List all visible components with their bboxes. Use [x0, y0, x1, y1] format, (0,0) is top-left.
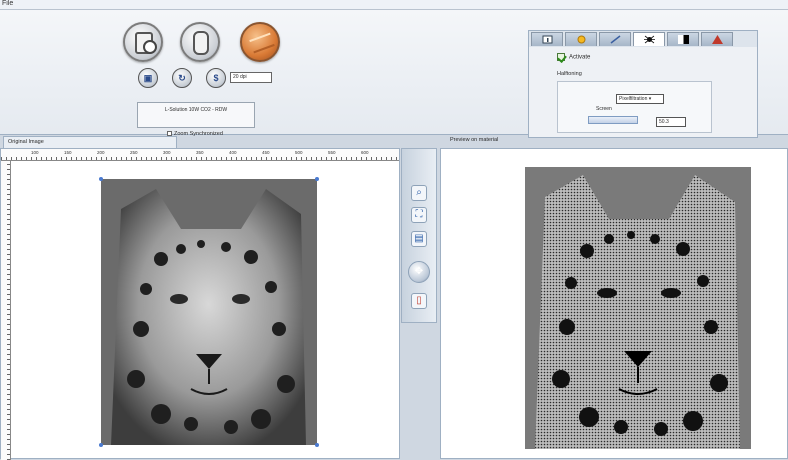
- ruler-tick-label: 550: [328, 150, 336, 155]
- tab-halftone[interactable]: [633, 32, 665, 46]
- ruler-tick-label: 150: [64, 150, 72, 155]
- clipboard-button[interactable]: [180, 22, 220, 62]
- page-icon: ▤: [414, 233, 424, 244]
- top-toolbar: ▣ ↻ $ 20 dpi L-Solution 10W CO2 - RDW Zo…: [0, 10, 788, 138]
- halftone-photo: [525, 167, 751, 449]
- move-icon: ✥: [414, 266, 424, 277]
- preview-label: Preview on material: [450, 137, 499, 143]
- crop-button[interactable]: ▯: [411, 293, 427, 309]
- tab-brightness[interactable]: [565, 32, 597, 46]
- clipboard-icon: [193, 31, 209, 55]
- preview-leopard-image: [525, 167, 751, 449]
- ruler-tick-label: 500: [295, 150, 303, 155]
- ruler-tick-label: 200: [97, 150, 105, 155]
- ruler-tick-label: 400: [229, 150, 237, 155]
- spider-icon: [644, 35, 655, 44]
- halftone-group: Pixelfiltration ▾ Screen 50.3: [557, 81, 712, 133]
- sun-icon: [577, 35, 586, 44]
- leopard-photo: [101, 179, 317, 445]
- screen-slider[interactable]: [588, 116, 638, 124]
- magnifier-icon: ⌕: [416, 187, 422, 198]
- import-image-button[interactable]: [123, 22, 163, 62]
- method-select[interactable]: Pixelfiltration ▾: [616, 94, 664, 104]
- activate-label: Activate: [569, 54, 591, 61]
- rotate-button[interactable]: ↻: [172, 68, 192, 88]
- invert-icon: [678, 35, 689, 44]
- tab-original-image[interactable]: Original Image: [3, 136, 177, 148]
- ruler-tick-label: 450: [262, 150, 270, 155]
- ruler-tick-label: 600: [361, 150, 369, 155]
- device-text: L-Solution 10W CO2 - RDW: [164, 107, 228, 113]
- effects-icon: [712, 35, 723, 44]
- tab-info[interactable]: [531, 32, 563, 46]
- ruler-tick-label: 350: [196, 150, 204, 155]
- check-icon: [557, 53, 565, 61]
- floppy-icon: ▣: [143, 73, 153, 83]
- tab-effects[interactable]: [701, 32, 733, 46]
- zoom-fit-button[interactable]: ⛶: [411, 207, 427, 223]
- pan-button[interactable]: ✥: [408, 261, 430, 283]
- screen-label: Screen: [596, 106, 612, 112]
- selection-handle[interactable]: [315, 443, 319, 447]
- overlay-icon: [143, 40, 157, 54]
- ruler-tick-label: 100: [31, 150, 39, 155]
- preview-pane: [440, 148, 788, 459]
- view-tools: ⌕ ⛶ ▤ ✥ ▯: [401, 148, 437, 323]
- settings-panel: Activate Halftoning Pixelfiltration ▾ Sc…: [528, 30, 758, 138]
- selection-handle[interactable]: [315, 177, 319, 181]
- ruler-tick-label: 250: [130, 150, 138, 155]
- original-leopard-image[interactable]: [101, 179, 317, 445]
- selection-handle[interactable]: [99, 443, 103, 447]
- selection-handle[interactable]: [99, 177, 103, 181]
- original-image-pane: 100 150 200 250 300 350 400 450 500 550 …: [0, 148, 400, 460]
- zoom-in-button[interactable]: ⌕: [411, 185, 427, 201]
- material-button[interactable]: [240, 22, 280, 62]
- menu-file[interactable]: File: [2, 0, 13, 7]
- device-info-box: L-Solution 10W CO2 - RDW: [137, 102, 255, 128]
- dpi-field[interactable]: 20 dpi: [230, 72, 272, 83]
- save-button[interactable]: ▣: [138, 68, 158, 88]
- page-button[interactable]: ▤: [411, 231, 427, 247]
- fit-icon: ⛶: [415, 209, 423, 220]
- info-icon: [542, 35, 553, 44]
- rotate-icon: ↻: [178, 73, 186, 83]
- settings-tabs: [529, 31, 757, 47]
- dpi-button[interactable]: $: [206, 68, 226, 88]
- zoom-sync-label: Zoom Synchronized: [174, 131, 223, 137]
- tab-invert[interactable]: [667, 32, 699, 46]
- halftone-label: Halftoning: [557, 71, 582, 77]
- menu-bar: File: [0, 0, 788, 10]
- activate-checkbox[interactable]: Activate: [557, 53, 590, 61]
- wood-icon: [249, 32, 275, 54]
- vertical-ruler: [1, 161, 11, 460]
- crop-icon: ▯: [416, 295, 422, 306]
- wand-icon: [610, 35, 621, 44]
- screen-value-field[interactable]: 50.3: [656, 117, 686, 127]
- tab-sharpen[interactable]: [599, 32, 631, 46]
- ruler-tick-label: 300: [163, 150, 171, 155]
- dollar-icon: $: [213, 73, 219, 83]
